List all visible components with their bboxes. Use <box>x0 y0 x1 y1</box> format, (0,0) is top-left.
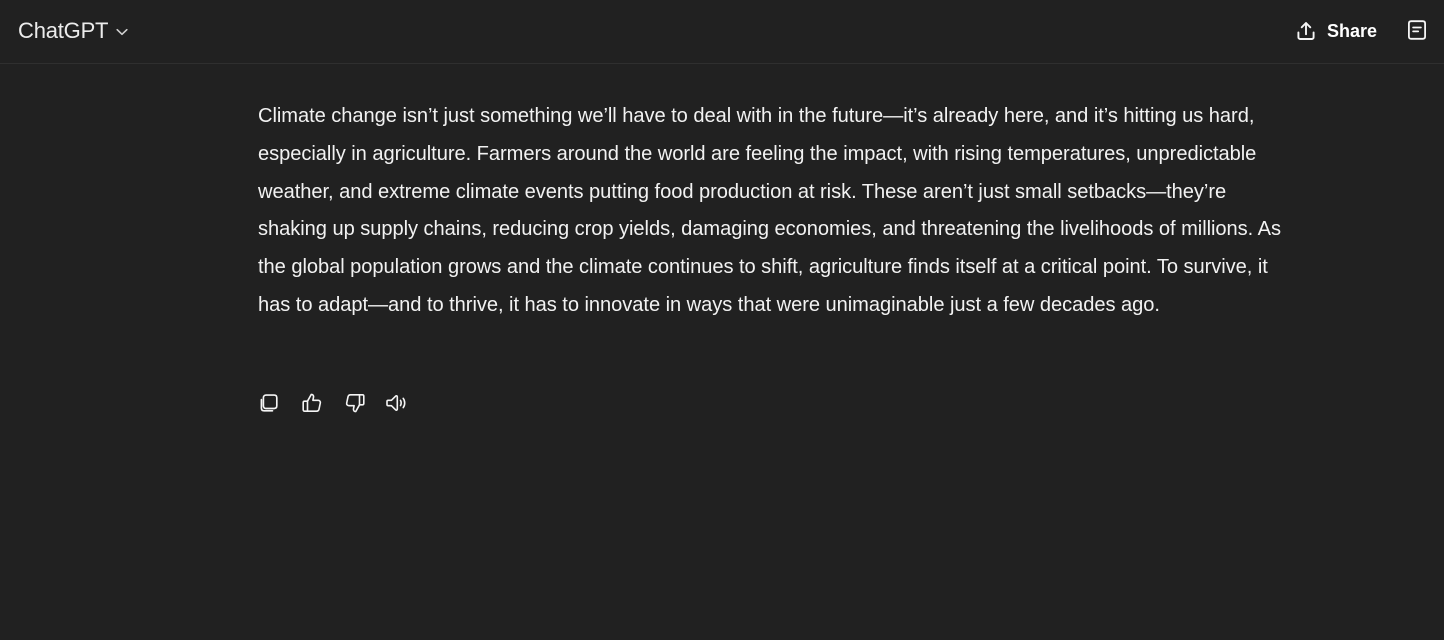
read-aloud-button[interactable] <box>381 386 415 420</box>
chat-app: ChatGPT Share Climate change isn’t just … <box>0 0 1444 640</box>
good-response-button[interactable] <box>295 386 329 420</box>
assistant-message-text: Climate change isn’t just something we’l… <box>258 105 1281 316</box>
thumbs-down-icon <box>343 391 367 415</box>
upload-icon <box>1295 20 1317 42</box>
message-actions <box>252 386 415 420</box>
top-header: ChatGPT Share <box>0 0 1444 64</box>
speaker-icon <box>385 391 411 415</box>
bad-response-button[interactable] <box>338 386 372 420</box>
share-label: Share <box>1327 21 1378 41</box>
document-icon <box>1406 18 1428 42</box>
model-selector-button[interactable]: ChatGPT <box>10 12 139 50</box>
thumbs-up-icon <box>300 391 324 415</box>
notes-button[interactable] <box>1402 14 1432 46</box>
app-title: ChatGPT <box>18 18 109 43</box>
chevron-down-icon <box>113 23 131 41</box>
share-button[interactable]: Share <box>1288 12 1384 50</box>
copy-button[interactable] <box>252 386 286 420</box>
copy-icon <box>257 391 281 415</box>
